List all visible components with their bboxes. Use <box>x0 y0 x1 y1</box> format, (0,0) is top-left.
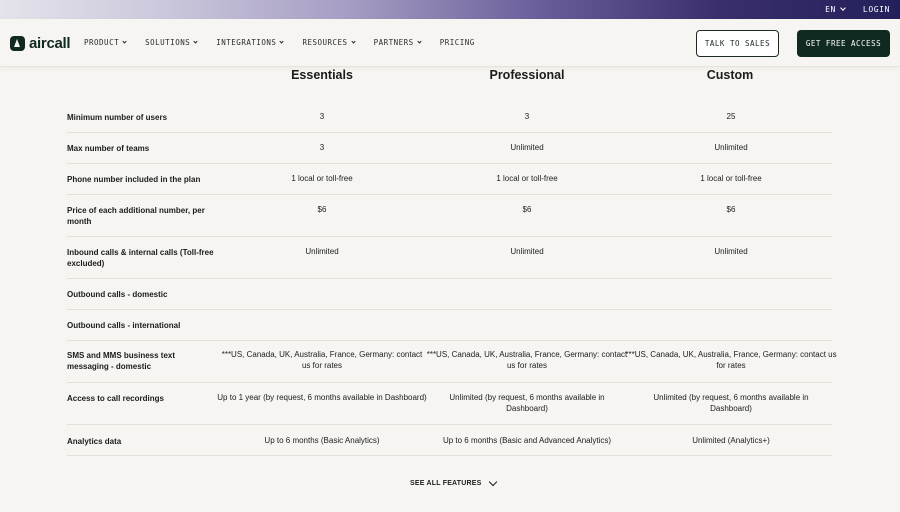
nav-item-label: SOLUTIONS <box>145 38 191 47</box>
chevron-down-icon <box>193 38 198 44</box>
plan-header-custom: Custom <box>706 68 754 82</box>
nav-item-product[interactable]: PRODUCT <box>84 38 127 47</box>
nav-menu: PRODUCT SOLUTIONS INTEGRATIONS RESOURCES… <box>84 38 475 47</box>
cell-professional: Up to 6 months (Basic and Advanced Analy… <box>442 436 612 445</box>
nav-item-partners[interactable]: PARTNERS <box>373 38 422 47</box>
cell-professional: 3 <box>524 112 530 121</box>
cell-essentials: Unlimited <box>305 247 339 256</box>
row-label: SMS and MMS business text messaging - do… <box>67 351 176 371</box>
main-navigation: aircall PRODUCT SOLUTIONS INTEGRATIONS R… <box>0 19 900 67</box>
chevron-down-icon <box>840 5 846 11</box>
row-label: Outbound calls - international <box>67 321 181 330</box>
cell-custom: Unlimited <box>714 143 748 152</box>
row-label: Phone number included in the plan <box>67 175 201 184</box>
cell-custom: $6 <box>726 205 736 214</box>
cell-professional: Unlimited (by request, 6 months availabl… <box>449 393 605 413</box>
row-label: Minimum number of users <box>67 113 168 122</box>
row-label: Analytics data <box>67 437 122 446</box>
chevron-down-icon <box>279 38 285 44</box>
language-label: EN <box>825 5 836 14</box>
login-link[interactable]: LOGIN <box>863 5 890 14</box>
language-selector[interactable]: EN <box>825 5 846 14</box>
table-row: Outbound calls - international <box>67 310 832 341</box>
cell-essentials: Up to 1 year (by request, 6 months avail… <box>217 393 427 402</box>
cell-essentials: Up to 6 months (Basic Analytics) <box>264 436 380 445</box>
cell-professional: 1 local or toll-free <box>496 174 558 183</box>
plan-headers: Essentials Professional Custom <box>0 68 900 84</box>
cell-custom: Unlimited (by request, 6 months availabl… <box>653 393 809 413</box>
pricing-comparison-table: Minimum number of users 3 3 25 Max numbe… <box>67 102 837 456</box>
get-free-access-button[interactable]: GET FREE ACCESS <box>797 30 890 57</box>
chevron-down-icon <box>417 38 422 44</box>
table-row: Price of each additional number, per mon… <box>67 195 832 237</box>
table-row: Minimum number of users 3 3 25 <box>67 102 832 133</box>
see-all-label: SEE ALL FEATURES <box>410 480 482 487</box>
cell-essentials: 1 local or toll-free <box>291 174 353 183</box>
cell-custom: ***US, Canada, UK, Australia, France, Ge… <box>625 350 837 370</box>
row-label: Outbound calls - domestic <box>67 290 168 299</box>
nav-item-label: PRICING <box>439 38 475 47</box>
cell-custom: Unlimited <box>714 247 748 256</box>
see-all-features-button[interactable]: SEE ALL FEATURES <box>410 477 497 487</box>
table-row: SMS and MMS business text messaging - do… <box>67 341 837 383</box>
cell-essentials: ***US, Canada, UK, Australia, France, Ge… <box>221 350 423 370</box>
nav-item-resources[interactable]: RESOURCES <box>302 38 356 47</box>
nav-item-solutions[interactable]: SOLUTIONS <box>145 38 198 47</box>
cell-custom: 1 local or toll-free <box>700 174 762 183</box>
table-row: Analytics data Up to 6 months (Basic Ana… <box>67 425 832 456</box>
nav-item-label: PARTNERS <box>373 38 414 47</box>
plan-header-professional: Professional <box>489 68 565 82</box>
cell-custom: 25 <box>726 112 736 121</box>
chevron-down-icon <box>122 38 127 44</box>
nav-item-label: RESOURCES <box>302 38 348 47</box>
chevron-down-icon <box>488 477 497 487</box>
table-row: Outbound calls - domestic <box>67 279 832 310</box>
logo-text: aircall <box>29 35 71 52</box>
table-row: Inbound calls & internal calls (Toll-fre… <box>67 237 832 279</box>
cell-professional: $6 <box>522 205 532 214</box>
cell-professional: Unlimited <box>510 143 544 152</box>
nav-item-integrations[interactable]: INTEGRATIONS <box>216 38 285 47</box>
talk-to-sales-button[interactable]: TALK TO SALES <box>696 30 779 57</box>
cell-custom: Unlimited (Analytics+) <box>692 436 770 445</box>
cell-professional: ***US, Canada, UK, Australia, France, Ge… <box>426 350 628 370</box>
row-label: Access to call recordings <box>67 394 164 403</box>
aircall-logo[interactable]: aircall <box>10 35 71 52</box>
nav-item-label: PRODUCT <box>84 38 120 47</box>
top-utility-bar: EN LOGIN <box>0 0 900 19</box>
nav-item-label: INTEGRATIONS <box>216 38 277 47</box>
plan-header-essentials: Essentials <box>291 68 353 82</box>
logo-icon <box>10 36 25 51</box>
nav-item-pricing[interactable]: PRICING <box>440 38 475 47</box>
cell-essentials: 3 <box>319 143 325 152</box>
cell-professional: Unlimited <box>510 247 544 256</box>
cell-essentials: $6 <box>317 205 327 214</box>
chevron-down-icon <box>350 38 356 44</box>
row-label: Price of each additional number, per mon… <box>67 206 205 226</box>
table-row: Max number of teams 3 Unlimited Unlimite… <box>67 133 832 164</box>
row-label: Inbound calls & internal calls (Toll-fre… <box>67 248 214 268</box>
row-label: Max number of teams <box>67 144 150 153</box>
table-row: Phone number included in the plan 1 loca… <box>67 164 832 195</box>
cell-essentials: 3 <box>319 112 325 121</box>
table-row: Access to call recordings Up to 1 year (… <box>67 383 832 425</box>
